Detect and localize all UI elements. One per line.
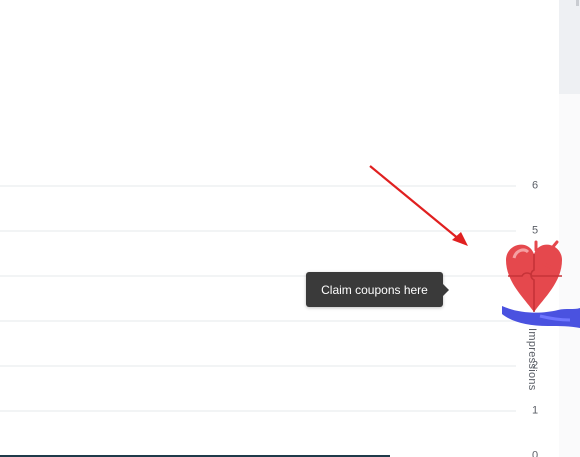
coupon-tooltip: Claim coupons here [306, 272, 449, 307]
y-tick-label: 6 [532, 179, 539, 192]
puzzle-heart-icon [502, 240, 580, 328]
y-axis-title: Impressions [526, 328, 538, 391]
claim-coupons-button[interactable] [462, 236, 580, 336]
sparkle-2 [550, 240, 559, 250]
impressions-chart [0, 165, 516, 457]
y-tick-label: 0 [532, 449, 539, 457]
y-tick-label: 5 [532, 224, 539, 237]
coupon-tooltip-text: Claim coupons here [321, 282, 428, 297]
y-tick-label: 1 [532, 404, 539, 417]
annotation-arrow-shaft [369, 165, 461, 241]
